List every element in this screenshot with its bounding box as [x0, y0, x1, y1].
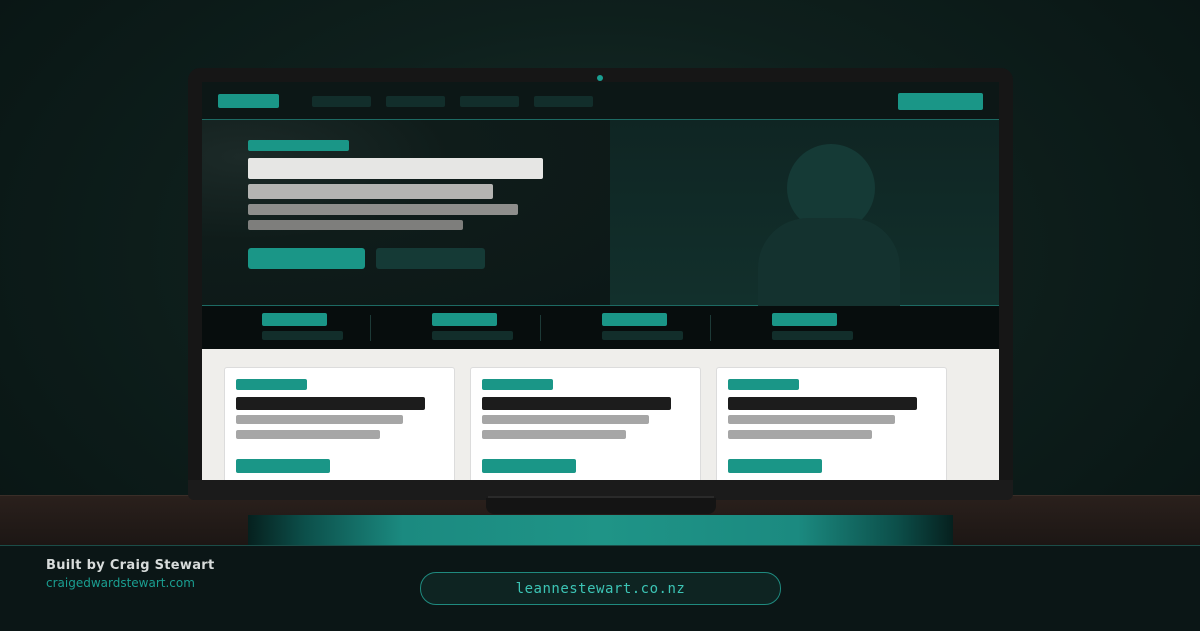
content-card[interactable]	[224, 367, 455, 480]
card-text-line	[236, 430, 380, 439]
card-title	[236, 397, 425, 410]
card-text-line	[728, 430, 872, 439]
card-tag	[482, 379, 553, 390]
nav-link[interactable]	[534, 96, 593, 107]
stat-value	[432, 313, 497, 326]
site-url-text: leannestewart.co.nz	[515, 580, 686, 597]
card-title	[728, 397, 917, 410]
cards-section	[202, 349, 999, 480]
stat-value	[262, 313, 327, 326]
hero-title	[248, 158, 543, 179]
stat-divider	[370, 315, 371, 341]
person-silhouette-body	[758, 218, 900, 308]
stat-value	[772, 313, 837, 326]
hero-image-panel	[610, 120, 999, 308]
nav-link[interactable]	[460, 96, 519, 107]
hero-text-panel	[202, 120, 610, 305]
stat-divider	[710, 315, 711, 341]
keyboard-glow	[248, 515, 953, 545]
hero-secondary-button[interactable]	[376, 248, 485, 269]
card-text-line	[482, 415, 649, 424]
card-button[interactable]	[236, 459, 330, 473]
stat-label	[262, 331, 343, 340]
laptop-notch	[486, 498, 716, 514]
hero-text-line	[248, 220, 463, 230]
nav-cta-button[interactable]	[898, 93, 983, 110]
card-tag	[236, 379, 307, 390]
card-text-line	[236, 415, 403, 424]
stat-label	[602, 331, 683, 340]
stat-divider	[540, 315, 541, 341]
built-by-text: Built by Craig Stewart	[46, 558, 215, 573]
built-by-link[interactable]: craigedwardstewart.com	[46, 576, 195, 590]
stat-value	[602, 313, 667, 326]
stat-label	[772, 331, 853, 340]
laptop-screen	[202, 82, 999, 480]
webcam-dot-icon	[597, 75, 603, 81]
nav-link[interactable]	[312, 96, 371, 107]
content-card[interactable]	[470, 367, 701, 480]
hero-section	[202, 120, 999, 308]
hero-eyebrow	[248, 140, 349, 151]
card-text-line	[728, 415, 895, 424]
card-button[interactable]	[482, 459, 576, 473]
card-text-line	[482, 430, 626, 439]
hero-text-line	[248, 204, 518, 215]
stats-strip	[202, 306, 999, 349]
card-button[interactable]	[728, 459, 822, 473]
card-title	[482, 397, 671, 410]
stat-label	[432, 331, 513, 340]
nav-link[interactable]	[386, 96, 445, 107]
card-tag	[728, 379, 799, 390]
site-logo[interactable]	[218, 94, 279, 108]
site-url-pill[interactable]: leannestewart.co.nz	[420, 572, 781, 605]
site-navbar	[202, 82, 999, 120]
hero-subtitle	[248, 184, 493, 199]
hero-primary-button[interactable]	[248, 248, 365, 269]
content-card[interactable]	[716, 367, 947, 480]
